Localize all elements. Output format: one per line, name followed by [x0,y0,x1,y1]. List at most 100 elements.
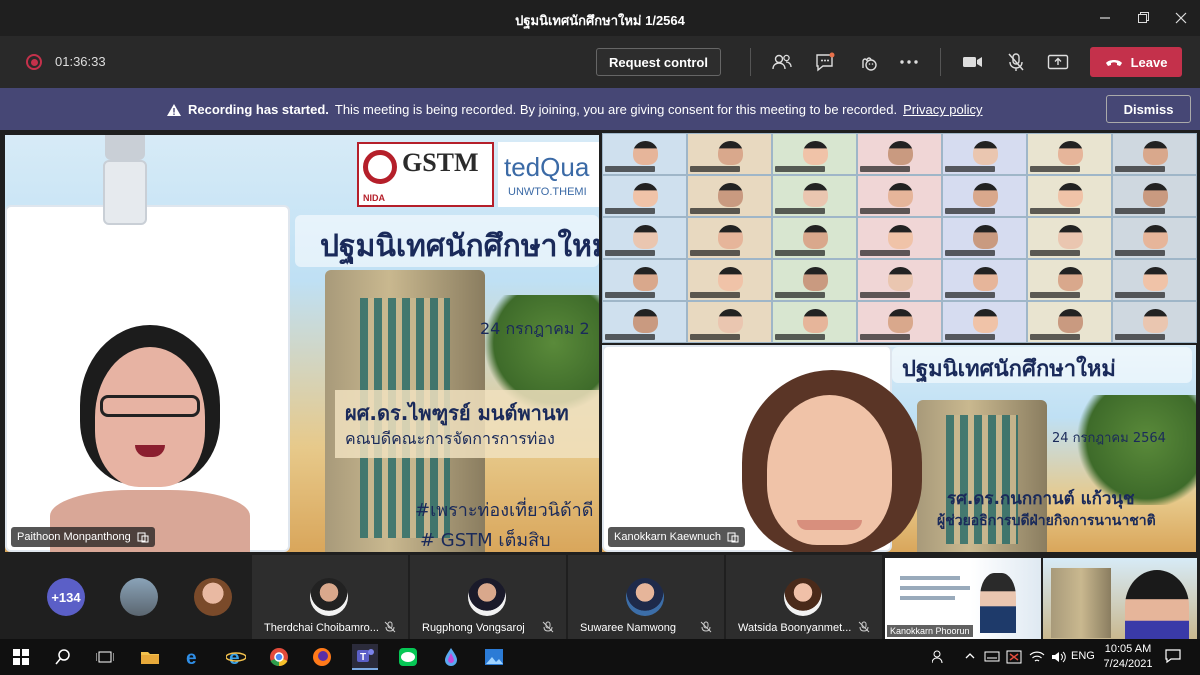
gallery-video-cell[interactable] [603,176,686,216]
gallery-video-cell[interactable] [1028,134,1111,174]
gallery-video-cell[interactable] [1113,260,1196,300]
firefox-icon[interactable] [309,644,335,670]
gallery-video-cell[interactable] [688,134,771,174]
mic-off-icon[interactable] [1003,50,1029,74]
line-icon[interactable] [395,644,421,670]
participant-face [972,225,998,250]
gallery-video-cell[interactable] [603,218,686,258]
avatar [626,578,664,616]
minimize-icon[interactable] [1086,0,1124,36]
gallery-video-cell[interactable] [858,134,941,174]
chat-icon[interactable] [812,50,838,74]
participant-tile[interactable]: Rugphong Vongsaroj [410,555,566,639]
notification-icon[interactable] [1165,648,1181,667]
clock-time: 10:05 AM [1104,643,1152,655]
teams-icon[interactable]: T [352,644,378,670]
tray-app-icon[interactable] [1006,650,1022,667]
glasses [100,395,200,417]
gallery-video-cell[interactable] [858,302,941,342]
gallery-video-cell[interactable] [943,134,1026,174]
share-icon[interactable] [1045,50,1071,74]
participant-name-tag [1115,292,1165,298]
participant-tile[interactable]: Suwaree Namwong [568,555,724,639]
clock-date: 7/24/2021 [1103,658,1153,670]
gallery-video-cell[interactable] [1028,176,1111,216]
slide-hashtag-1: #เพราะท่องเที่ยวนิด้าดี [415,500,594,521]
slide-text-line [900,586,970,590]
gallery-video-cell[interactable] [858,260,941,300]
more-icon[interactable] [896,50,922,74]
photos-icon[interactable] [481,644,507,670]
gallery-video-cell[interactable] [1113,134,1196,174]
reactions-icon[interactable] [855,50,881,74]
gallery-video-cell[interactable] [688,302,771,342]
gallery-video-cell[interactable] [943,176,1026,216]
privacy-policy-link[interactable]: Privacy policy [903,102,982,117]
participant-tile[interactable]: Watsida Boonyanmet... [726,555,882,639]
close-icon[interactable] [1162,0,1200,36]
gallery-video-cell[interactable] [688,218,771,258]
search-icon[interactable] [50,644,76,670]
windows-start-icon[interactable] [8,644,34,670]
taskbar-clock[interactable]: 10:05 AM 7/24/2021 [1100,642,1156,672]
onscreen-keyboard-icon[interactable] [984,650,1000,665]
language-indicator[interactable]: ENG [1071,650,1095,662]
mini-video-tile[interactable] [1043,558,1197,639]
chevron-up-icon[interactable] [964,650,976,665]
drop-app-icon[interactable] [438,644,464,670]
gallery-video-cell[interactable] [1028,302,1111,342]
gallery-video-cell[interactable] [943,260,1026,300]
gallery-video-cell[interactable] [1028,260,1111,300]
gallery-video-cell[interactable] [943,218,1026,258]
mini-video-tile[interactable]: Kanokkarn Phoorun [885,558,1041,639]
mic-off-icon [700,621,712,633]
gallery-video-cell[interactable] [773,134,856,174]
participant-face [717,141,743,166]
gallery-video-cell[interactable] [773,176,856,216]
participant-tile[interactable]: Therdchai Choibamro... [252,555,408,639]
gallery-video-cell[interactable] [688,260,771,300]
overflow-participants-button[interactable]: +134 [47,578,85,616]
pin-icon[interactable] [137,531,149,543]
gallery-video-cell[interactable] [773,302,856,342]
participant-face [1057,225,1083,250]
gallery-video-cell[interactable] [773,218,856,258]
wifi-icon[interactable] [1029,650,1045,667]
participant-face [972,309,998,334]
participant-avatar[interactable] [194,578,232,616]
participant-name-tag [605,208,655,214]
gallery-video-cell[interactable] [603,134,686,174]
task-view-icon[interactable] [92,644,118,670]
participant-face [1142,267,1168,292]
request-control-button[interactable]: Request control [596,48,721,76]
gallery-video-cell[interactable] [858,218,941,258]
gallery-video-cell[interactable] [773,260,856,300]
maximize-icon[interactable] [1124,0,1162,36]
chrome-icon[interactable] [266,644,292,670]
participant-name-tag [945,334,995,340]
pin-icon[interactable] [727,531,739,543]
dismiss-button[interactable]: Dismiss [1106,95,1191,123]
leave-button[interactable]: Leave [1090,47,1182,77]
people-tray-icon[interactable] [931,650,946,667]
video-tile-kanokkarn[interactable]: ปฐมนิเทศนักศึกษาใหม่ 24 กรกฎาคม 2564 รศ.… [602,345,1196,552]
volume-icon[interactable] [1051,650,1067,667]
edge-legacy-icon[interactable]: e [180,644,206,670]
internet-explorer-icon[interactable]: e [223,644,249,670]
gallery-video-cell[interactable] [603,260,686,300]
gallery-video-cell[interactable] [1113,218,1196,258]
gallery-video-cell[interactable] [1113,176,1196,216]
participant-name-tag [690,166,740,172]
file-explorer-icon[interactable] [137,644,163,670]
gallery-video-cell[interactable] [1113,302,1196,342]
gallery-video-cell[interactable] [603,302,686,342]
gallery-video-cell[interactable] [688,176,771,216]
people-icon[interactable] [769,50,795,74]
participant-avatar[interactable] [120,578,158,616]
participant-strip: +134 Therdchai Choibamro... Rugphong Von… [0,555,1200,639]
gallery-video-cell[interactable] [1028,218,1111,258]
camera-icon[interactable] [960,50,986,74]
video-tile-paithoon[interactable]: GSTM NIDA tedQua UNWTO.THEMI ปฐมนิเทศนัก… [5,135,599,552]
gallery-video-cell[interactable] [943,302,1026,342]
gallery-video-cell[interactable] [858,176,941,216]
